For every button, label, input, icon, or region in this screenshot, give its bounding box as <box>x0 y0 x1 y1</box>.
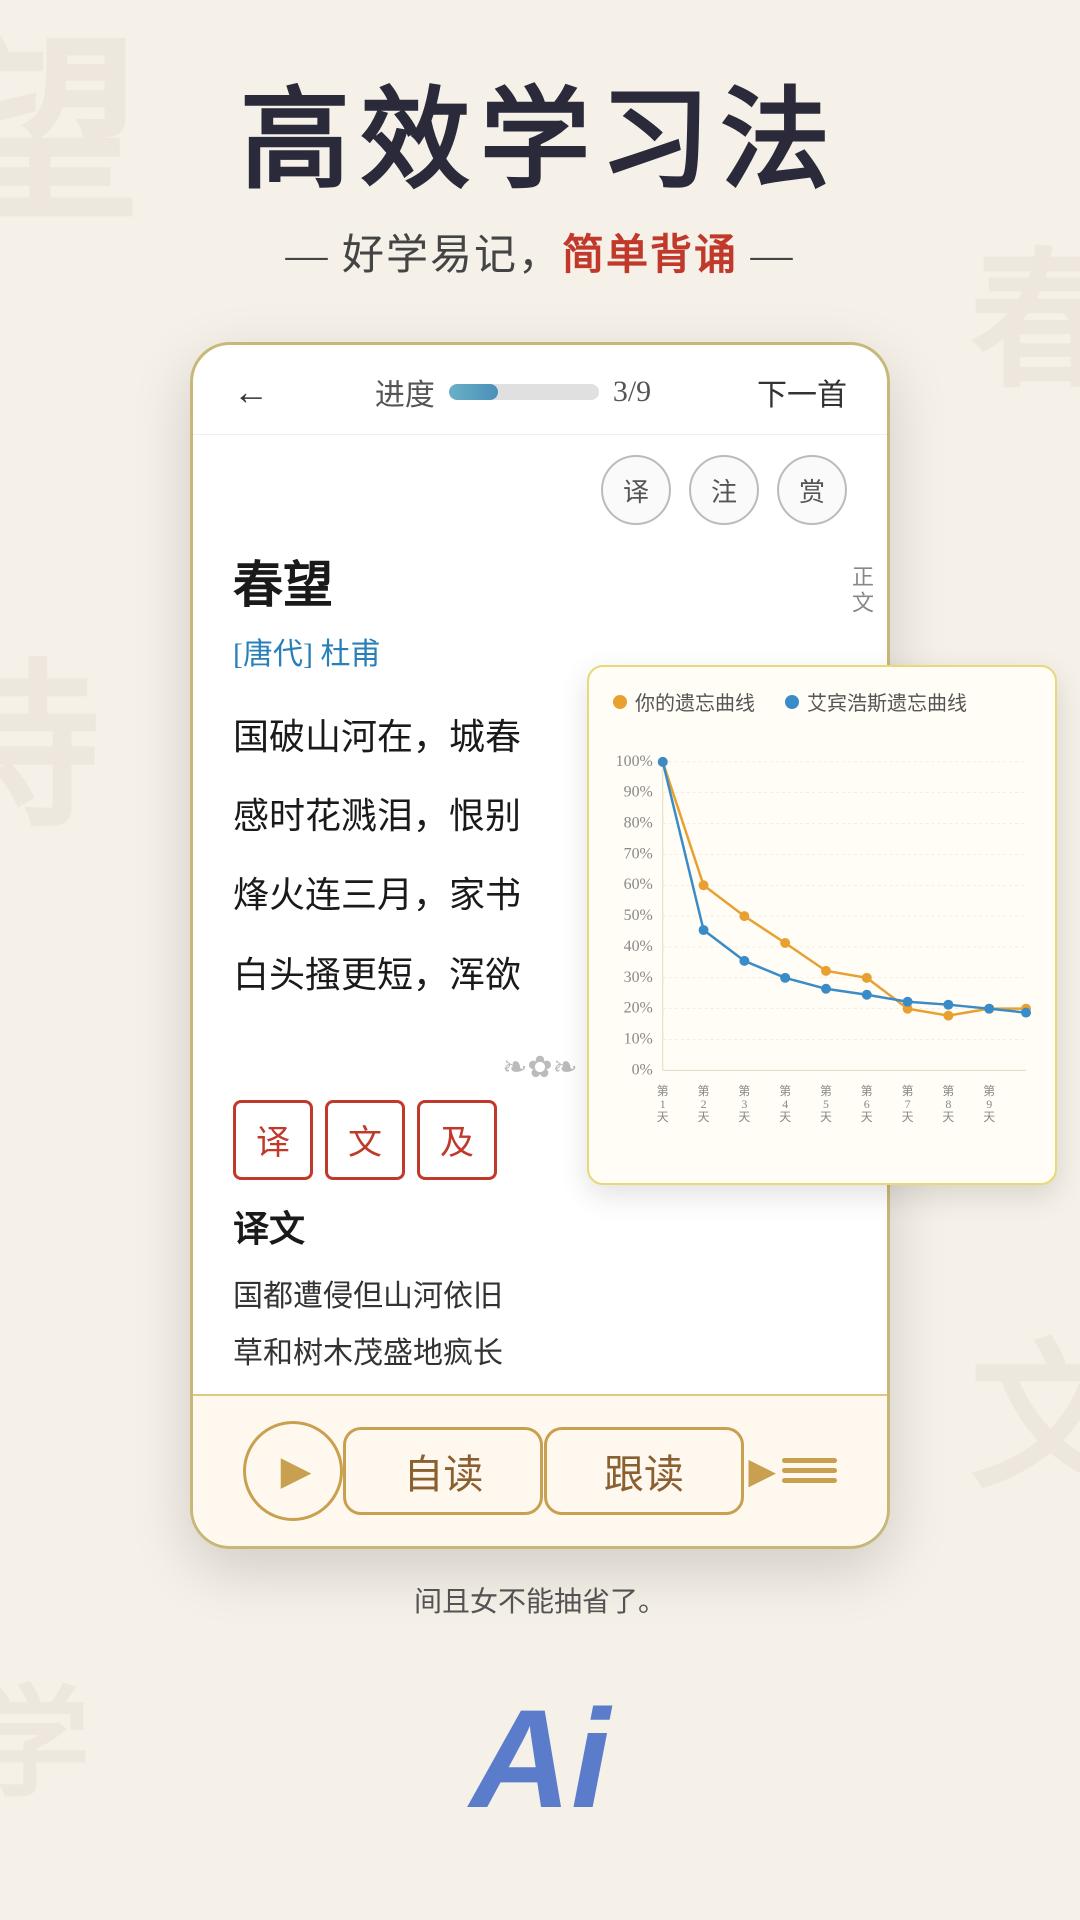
svg-text:5: 5 <box>823 1097 829 1111</box>
svg-text:70%: 70% <box>624 845 653 862</box>
svg-text:8: 8 <box>945 1097 951 1111</box>
poem-author-name: 杜甫 <box>320 638 380 671</box>
main-container: 望 春 诗 文 学 高效学习法 — 好学易记，简单背诵 — ← 进度 3/9 下… <box>0 0 1080 1920</box>
list-play-button[interactable]: ▶ <box>744 1450 837 1492</box>
phone-mockup: ← 进度 3/9 下一首 译 注 赏 正文 春望 [唐代] 杜甫 <box>190 342 890 1549</box>
trans-btn-ji[interactable]: 及 <box>417 1100 497 1180</box>
svg-text:第: 第 <box>657 1084 669 1098</box>
translate-action-btn[interactable]: 译 <box>601 455 671 525</box>
legend-dot-blue <box>785 695 799 709</box>
legend-orange: 你的遗忘曲线 <box>613 687 755 716</box>
chart-area: 100% 90% 80% 70% 60% 50% 40% 30% <box>613 731 1031 1151</box>
svg-text:3: 3 <box>741 1097 747 1111</box>
svg-text:9: 9 <box>986 1097 992 1111</box>
svg-text:天: 天 <box>657 1110 669 1124</box>
progress-bar-track <box>449 384 599 400</box>
svg-text:100%: 100% <box>616 753 653 770</box>
legend-dot-orange <box>613 695 627 709</box>
forgetting-curve-chart: 你的遗忘曲线 艾宾浩斯遗忘曲线 100% 90% <box>587 665 1057 1185</box>
legend-label-orange: 你的遗忘曲线 <box>635 687 755 716</box>
svg-text:30%: 30% <box>624 969 653 986</box>
svg-text:50%: 50% <box>624 907 653 924</box>
legend-blue: 艾宾浩斯遗忘曲线 <box>785 687 967 716</box>
play-button[interactable]: ▶ <box>243 1421 343 1521</box>
trans-line-2: 草和树木茂盛地疯长 <box>233 1337 503 1370</box>
self-read-button[interactable]: 自读 <box>343 1427 543 1515</box>
poem-title: 春望 <box>233 545 847 617</box>
svg-text:0%: 0% <box>632 1061 653 1078</box>
ai-badge: Ai <box>470 1678 610 1840</box>
subtitle-highlight: 简单背诵 <box>562 233 738 279</box>
svg-text:第: 第 <box>820 1084 832 1098</box>
svg-text:天: 天 <box>942 1110 954 1124</box>
svg-text:6: 6 <box>864 1097 870 1111</box>
play-icon: ▶ <box>281 1447 312 1494</box>
svg-text:天: 天 <box>983 1110 995 1124</box>
phone-topbar: ← 进度 3/9 下一首 <box>193 345 887 435</box>
svg-text:第: 第 <box>779 1084 791 1098</box>
header-section: 高效学习法 — 好学易记，简单背诵 — <box>0 0 1080 322</box>
trans-line-1: 国都遭侵但山河依旧 <box>233 1280 503 1313</box>
svg-text:第: 第 <box>698 1084 710 1098</box>
chart-legend: 你的遗忘曲线 艾宾浩斯遗忘曲线 <box>613 687 1031 716</box>
svg-text:20%: 20% <box>624 1000 653 1017</box>
progress-section: 进度 3/9 <box>375 370 651 414</box>
svg-text:4: 4 <box>782 1097 788 1111</box>
poem-dynasty: [唐代] <box>233 638 313 671</box>
trans-btn-wen[interactable]: 文 <box>325 1100 405 1180</box>
svg-text:第: 第 <box>902 1084 914 1098</box>
next-button[interactable]: 下一首 <box>757 370 847 414</box>
svg-text:天: 天 <box>820 1110 832 1124</box>
svg-text:天: 天 <box>902 1110 914 1124</box>
svg-text:60%: 60% <box>624 876 653 893</box>
svg-text:天: 天 <box>861 1110 873 1124</box>
svg-text:第: 第 <box>942 1084 954 1098</box>
trans-btn-yi[interactable]: 译 <box>233 1100 313 1180</box>
subtitle-suffix: — <box>738 233 795 279</box>
notes-action-btn[interactable]: 注 <box>689 455 759 525</box>
svg-text:第: 第 <box>738 1084 750 1098</box>
appreciate-action-btn[interactable]: 赏 <box>777 455 847 525</box>
svg-text:天: 天 <box>738 1110 750 1124</box>
svg-text:10%: 10% <box>624 1031 653 1048</box>
translation-title: 译文 <box>233 1200 847 1252</box>
svg-text:第: 第 <box>861 1084 873 1098</box>
subtitle: — 好学易记，简单背诵 — <box>0 221 1080 282</box>
svg-text:90%: 90% <box>624 784 653 801</box>
svg-text:1: 1 <box>660 1097 666 1111</box>
svg-text:天: 天 <box>698 1110 710 1124</box>
svg-text:天: 天 <box>779 1110 791 1124</box>
progress-fraction: 3/9 <box>613 375 651 409</box>
legend-label-blue: 艾宾浩斯遗忘曲线 <box>807 687 967 716</box>
subtitle-prefix: — 好学易记， <box>285 233 562 279</box>
action-buttons: 译 注 赏 <box>193 435 887 535</box>
follow-read-button[interactable]: 跟读 <box>544 1427 744 1515</box>
progress-label: 进度 <box>375 370 435 414</box>
bottom-text: 间且女不能抽省了。 <box>0 1549 1080 1657</box>
side-label: 正文 <box>845 565 877 617</box>
svg-text:2: 2 <box>701 1097 707 1111</box>
svg-text:40%: 40% <box>624 938 653 955</box>
svg-text:80%: 80% <box>624 815 653 832</box>
bottom-bar: ▶ 自读 跟读 ▶ <box>193 1394 887 1546</box>
back-button[interactable]: ← <box>233 371 269 413</box>
svg-text:7: 7 <box>905 1097 911 1111</box>
main-title: 高效学习法 <box>0 80 1080 201</box>
progress-bar-fill <box>449 384 499 400</box>
svg-text:第: 第 <box>983 1084 995 1098</box>
